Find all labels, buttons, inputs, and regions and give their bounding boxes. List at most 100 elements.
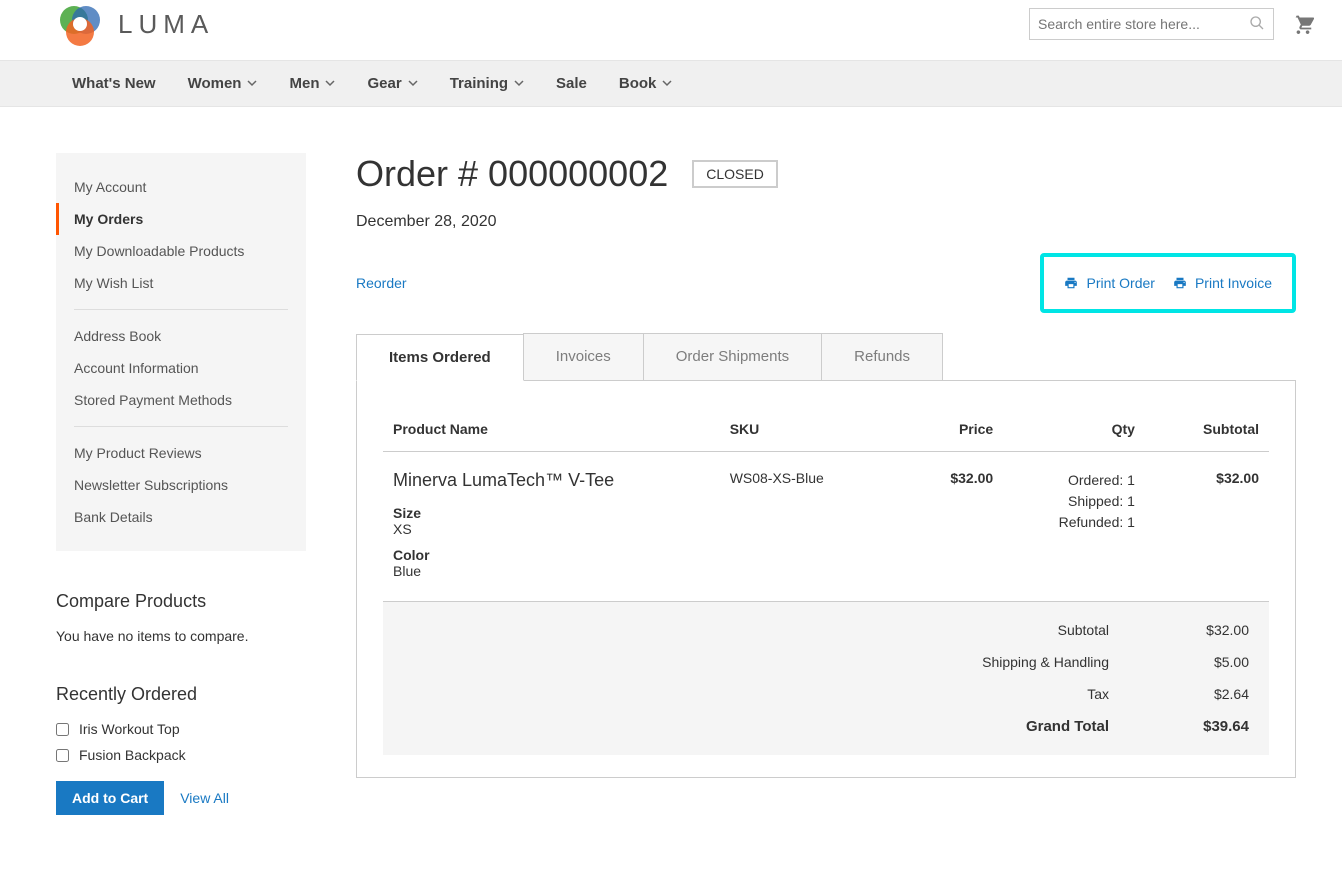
- order-totals: Subtotal $32.00 Shipping & Handling $5.00 Ta…: [383, 602, 1269, 755]
- recently-ordered-block: Recently Ordered Iris Workout Top Fusion …: [56, 684, 306, 815]
- nav-item-women[interactable]: Women: [172, 61, 274, 106]
- nav-item-book[interactable]: Book: [603, 61, 689, 106]
- page-header: LUMA: [0, 0, 1342, 60]
- recently-ordered-title: Recently Ordered: [56, 684, 306, 705]
- page-title: Order # 000000002: [356, 153, 668, 195]
- col-subtotal: Subtotal: [1145, 411, 1269, 452]
- total-label: Shipping & Handling: [982, 654, 1109, 670]
- qty-line: Shipped: 1: [1013, 491, 1135, 512]
- logo[interactable]: LUMA: [56, 0, 214, 48]
- nav-label: Sale: [556, 75, 587, 92]
- sidebar-item-bank-details[interactable]: Bank Details: [56, 501, 306, 533]
- sidebar-separator: [74, 426, 288, 427]
- nav-item-what-s-new[interactable]: What's New: [56, 61, 172, 106]
- search-box[interactable]: [1029, 8, 1274, 40]
- price: $32.00: [879, 452, 1003, 602]
- qty-line: Ordered: 1: [1013, 470, 1135, 491]
- sidebar-item-my-orders[interactable]: My Orders: [56, 203, 306, 235]
- nav-label: Training: [450, 75, 508, 92]
- view-all-link[interactable]: View All: [180, 790, 229, 806]
- nav-item-men[interactable]: Men: [273, 61, 351, 106]
- nav-label: What's New: [72, 75, 156, 92]
- chevron-down-icon: [408, 75, 418, 92]
- grand-total-row: Grand Total $39.64: [383, 710, 1269, 755]
- tab-invoices[interactable]: Invoices: [523, 333, 644, 380]
- print-invoice-link[interactable]: Print Invoice: [1173, 275, 1272, 291]
- tab-refunds[interactable]: Refunds: [821, 333, 943, 380]
- total-value: $5.00: [1169, 654, 1249, 670]
- search-icon[interactable]: [1249, 15, 1265, 34]
- sidebar-item-address-book[interactable]: Address Book: [56, 320, 306, 352]
- cart-icon[interactable]: [1292, 12, 1314, 37]
- sidebar-item-newsletter-subscriptions[interactable]: Newsletter Subscriptions: [56, 469, 306, 501]
- compare-title: Compare Products: [56, 591, 306, 612]
- order-date: December 28, 2020: [356, 213, 1296, 231]
- tab-order-shipments[interactable]: Order Shipments: [643, 333, 822, 380]
- nav-item-gear[interactable]: Gear: [351, 61, 433, 106]
- sidebar-item-my-account[interactable]: My Account: [56, 171, 306, 203]
- total-value: $32.00: [1169, 622, 1249, 638]
- sidebar-item-my-downloadable-products[interactable]: My Downloadable Products: [56, 235, 306, 267]
- reorder-link[interactable]: Reorder: [356, 275, 407, 291]
- account-nav: My AccountMy OrdersMy Downloadable Produ…: [56, 153, 306, 551]
- compare-empty: You have no items to compare.: [56, 628, 306, 644]
- main-nav: What's New Women Men Gear Training Sale Book: [0, 60, 1342, 107]
- print-order-label: Print Order: [1086, 275, 1154, 291]
- col-product: Product Name: [383, 411, 720, 452]
- nav-label: Book: [619, 75, 657, 92]
- print-invoice-label: Print Invoice: [1195, 275, 1272, 291]
- option-label: Size: [393, 505, 710, 521]
- items-table: Product Name SKU Price Qty Subtotal Mine…: [383, 411, 1269, 602]
- recent-item[interactable]: Fusion Backpack: [56, 747, 306, 763]
- sidebar-item-my-product-reviews[interactable]: My Product Reviews: [56, 437, 306, 469]
- recent-item-label: Fusion Backpack: [79, 747, 186, 763]
- recent-item-label: Iris Workout Top: [79, 721, 180, 737]
- recent-item[interactable]: Iris Workout Top: [56, 721, 306, 737]
- chevron-down-icon: [662, 75, 672, 92]
- print-icon: [1173, 276, 1187, 290]
- recent-item-checkbox[interactable]: [56, 723, 69, 736]
- total-row: Shipping & Handling $5.00: [383, 646, 1269, 678]
- status-badge: Closed: [692, 160, 778, 188]
- sidebar-item-account-information[interactable]: Account Information: [56, 352, 306, 384]
- nav-item-training[interactable]: Training: [434, 61, 540, 106]
- tab-items-ordered[interactable]: Items Ordered: [356, 334, 524, 381]
- logo-icon: [56, 0, 104, 48]
- col-qty: Qty: [1003, 411, 1145, 452]
- total-label: Grand Total: [1026, 718, 1109, 735]
- print-order-link[interactable]: Print Order: [1064, 275, 1154, 291]
- total-value: $39.64: [1169, 718, 1249, 735]
- sidebar-separator: [74, 309, 288, 310]
- option-value: XS: [393, 521, 710, 537]
- sidebar-item-stored-payment-methods[interactable]: Stored Payment Methods: [56, 384, 306, 416]
- total-row: Subtotal $32.00: [383, 602, 1269, 646]
- option-value: Blue: [393, 563, 710, 579]
- add-to-cart-button[interactable]: Add to Cart: [56, 781, 164, 815]
- option-label: Color: [393, 547, 710, 563]
- items-ordered-panel: Product Name SKU Price Qty Subtotal Mine…: [356, 381, 1296, 778]
- print-actions-highlight: Print Order Print Invoice: [1040, 253, 1296, 313]
- nav-label: Gear: [367, 75, 401, 92]
- col-sku: SKU: [720, 411, 879, 452]
- recent-item-checkbox[interactable]: [56, 749, 69, 762]
- nav-item-sale[interactable]: Sale: [540, 61, 603, 106]
- chevron-down-icon: [247, 75, 257, 92]
- nav-label: Men: [289, 75, 319, 92]
- qty-line: Refunded: 1: [1013, 512, 1135, 533]
- logo-text: LUMA: [118, 9, 214, 40]
- row-subtotal: $32.00: [1145, 452, 1269, 602]
- sidebar-item-my-wish-list[interactable]: My Wish List: [56, 267, 306, 299]
- total-label: Tax: [1087, 686, 1109, 702]
- chevron-down-icon: [325, 75, 335, 92]
- total-label: Subtotal: [1058, 622, 1109, 638]
- product-name: Minerva LumaTech™ V-Tee: [393, 470, 710, 491]
- table-row: Minerva LumaTech™ V-TeeSizeXSColorBlueWS…: [383, 452, 1269, 602]
- total-row: Tax $2.64: [383, 678, 1269, 710]
- col-price: Price: [879, 411, 1003, 452]
- order-tabs: Items OrderedInvoicesOrder ShipmentsRefu…: [356, 333, 1296, 381]
- chevron-down-icon: [514, 75, 524, 92]
- search-input[interactable]: [1038, 16, 1249, 32]
- compare-block: Compare Products You have no items to co…: [56, 591, 306, 644]
- total-value: $2.64: [1169, 686, 1249, 702]
- print-icon: [1064, 276, 1078, 290]
